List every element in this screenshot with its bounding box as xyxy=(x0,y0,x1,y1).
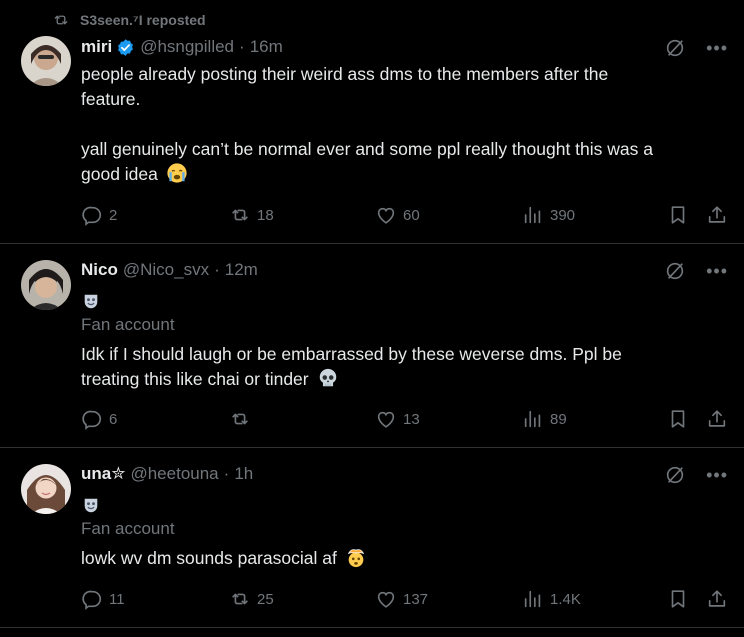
views-button[interactable]: 89 xyxy=(522,408,567,430)
share-icon xyxy=(706,204,728,226)
like-count: 60 xyxy=(403,206,420,224)
post-text: lowk wv dm sounds parasocial af xyxy=(81,546,721,571)
repost-button[interactable] xyxy=(229,408,257,430)
post-actions: 6 13 89 xyxy=(0,408,744,432)
post-1[interactable]: miri @hsngpilled · 16m ••• people alread… xyxy=(0,0,744,244)
display-name[interactable]: una✮ xyxy=(81,464,125,484)
heart-icon xyxy=(375,588,397,610)
post-text-line: lowk wv dm sounds parasocial af xyxy=(81,548,337,568)
views-button[interactable]: 390 xyxy=(522,204,575,226)
separator-dot: · xyxy=(223,464,230,483)
post-actions: 2 18 60 390 xyxy=(0,204,744,228)
handle[interactable]: @hsngpilled xyxy=(140,37,234,57)
skull-emoji xyxy=(319,368,336,387)
post-text-line: treating this like chai or tinder xyxy=(81,369,309,389)
reply-count: 2 xyxy=(109,206,118,224)
post-text-line: feature. xyxy=(81,89,141,109)
bookmark-icon xyxy=(667,588,689,610)
views-icon xyxy=(522,408,544,430)
display-name[interactable]: Nico xyxy=(81,260,118,280)
like-count: 137 xyxy=(403,590,429,608)
like-button[interactable]: 13 xyxy=(375,408,420,430)
separator-dot: · xyxy=(239,37,245,56)
account-label: Fan account xyxy=(81,315,175,334)
views-icon xyxy=(522,204,544,226)
crying-face-emoji xyxy=(167,163,187,183)
grok-icon[interactable] xyxy=(664,464,686,486)
like-count: 13 xyxy=(403,410,420,428)
avatar[interactable] xyxy=(21,464,71,514)
view-count: 390 xyxy=(550,206,576,224)
post-actions: 11 25 137 1.4K xyxy=(0,588,744,612)
timestamp[interactable]: 12m xyxy=(225,260,258,280)
repost-count: 25 xyxy=(257,590,274,608)
post-header-actions: ••• xyxy=(664,37,728,59)
affiliate-badge-icon xyxy=(82,292,100,310)
share-icon xyxy=(706,588,728,610)
timestamp[interactable]: 16m xyxy=(250,37,283,57)
share-button[interactable] xyxy=(706,408,728,430)
repost-icon xyxy=(229,588,251,610)
heart-icon xyxy=(375,408,397,430)
repost-count: 18 xyxy=(257,206,274,224)
timestamp[interactable]: 1h xyxy=(234,464,253,484)
reply-icon xyxy=(81,408,103,430)
handle[interactable]: @Nico_svx xyxy=(123,260,209,280)
post-header-actions: ••• xyxy=(664,464,728,486)
post-3[interactable]: una✮ @heetouna · 1h ••• Fan account lowk… xyxy=(0,448,744,628)
post-text-line: good idea xyxy=(81,164,158,184)
share-icon xyxy=(706,408,728,430)
post-text: Idk if I should laugh or be embarrassed … xyxy=(81,342,721,392)
repost-icon xyxy=(229,408,251,430)
heart-icon xyxy=(375,204,397,226)
grok-icon[interactable] xyxy=(664,260,686,282)
post-text-line: Idk if I should laugh or be embarrassed … xyxy=(81,344,622,364)
display-name[interactable]: miri xyxy=(81,37,112,57)
post-header-actions: ••• xyxy=(664,260,728,282)
more-options-icon[interactable]: ••• xyxy=(706,466,728,484)
post-2[interactable]: Nico @Nico_svx · 12m ••• Fan account Idk… xyxy=(0,244,744,448)
view-count: 1.4K xyxy=(550,590,581,608)
repost-icon xyxy=(229,204,251,226)
like-button[interactable]: 137 xyxy=(375,588,428,610)
view-count: 89 xyxy=(550,410,567,428)
grok-icon[interactable] xyxy=(664,37,686,59)
share-button[interactable] xyxy=(706,588,728,610)
bookmark-icon xyxy=(667,408,689,430)
share-button[interactable] xyxy=(706,204,728,226)
views-button[interactable]: 1.4K xyxy=(522,588,581,610)
verified-badge-icon xyxy=(118,38,134,56)
post-text-line: people already posting their weird ass d… xyxy=(81,64,609,84)
avatar[interactable] xyxy=(21,36,71,86)
exploding-head-emoji xyxy=(347,549,364,568)
reply-button[interactable]: 6 xyxy=(81,408,117,430)
reply-count: 11 xyxy=(109,590,125,608)
handle[interactable]: @heetouna xyxy=(130,464,218,484)
post-header: una✮ @heetouna · 1h xyxy=(81,464,253,484)
bookmark-icon xyxy=(667,204,689,226)
reply-button[interactable]: 11 xyxy=(81,588,125,610)
reply-icon xyxy=(81,204,103,226)
repost-button[interactable]: 25 xyxy=(229,588,274,610)
more-options-icon[interactable]: ••• xyxy=(706,262,728,280)
repost-button[interactable]: 18 xyxy=(229,204,274,226)
more-options-icon[interactable]: ••• xyxy=(706,39,728,57)
views-icon xyxy=(522,588,544,610)
like-button[interactable]: 60 xyxy=(375,204,420,226)
reply-icon xyxy=(81,588,103,610)
post-text: people already posting their weird ass d… xyxy=(81,62,721,187)
bookmark-button[interactable] xyxy=(667,204,689,226)
reply-count: 6 xyxy=(109,410,118,428)
affiliate-badge-icon xyxy=(82,496,100,514)
post-text-line: yall genuinely can’t be normal ever and … xyxy=(81,139,653,159)
post-header: miri @hsngpilled · 16m xyxy=(81,37,283,57)
separator-dot: · xyxy=(214,260,220,279)
reply-button[interactable]: 2 xyxy=(81,204,117,226)
account-label: Fan account xyxy=(81,519,175,538)
bookmark-button[interactable] xyxy=(667,588,689,610)
bookmark-button[interactable] xyxy=(667,408,689,430)
post-header: Nico @Nico_svx · 12m xyxy=(81,260,258,280)
avatar[interactable] xyxy=(21,260,71,310)
